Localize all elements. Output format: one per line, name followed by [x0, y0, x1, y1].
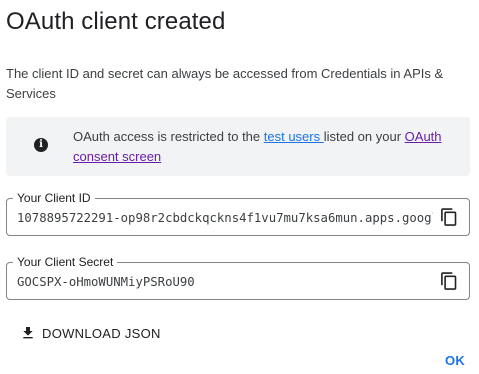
- client-id-label: Your Client ID: [13, 190, 95, 206]
- client-secret-label: Your Client Secret: [13, 254, 118, 270]
- client-secret-field[interactable]: Your Client Secret GOCSPX-oHmoWUNMiyPSRo…: [6, 254, 470, 300]
- info-text: OAuth access is restricted to the test u…: [73, 127, 465, 167]
- download-json-button[interactable]: DOWNLOAD JSON: [12, 318, 169, 348]
- test-users-link[interactable]: test users: [264, 129, 324, 144]
- download-json-label: DOWNLOAD JSON: [42, 325, 161, 341]
- copy-icon: [441, 208, 457, 226]
- client-secret-value[interactable]: GOCSPX-oHmoWUNMiyPSRoU90: [17, 274, 433, 290]
- download-icon: [23, 327, 33, 339]
- info-text-middle: listed on your: [323, 129, 405, 144]
- client-id-value[interactable]: 1078895722291-op98r2cbdckqckns4f1vu7mu7k…: [17, 210, 433, 226]
- info-banner: i OAuth access is restricted to the test…: [6, 117, 470, 176]
- dialog-title: OAuth client created: [6, 8, 226, 35]
- info-icon: i: [34, 138, 48, 152]
- copy-client-secret-button[interactable]: [437, 269, 461, 293]
- oauth-client-created-dialog: OAuth client created The client ID and s…: [0, 0, 479, 374]
- copy-icon: [441, 272, 457, 290]
- client-id-field[interactable]: Your Client ID 1078895722291-op98r2cbdck…: [6, 190, 470, 236]
- dialog-description: The client ID and secret can always be a…: [6, 66, 444, 101]
- info-text-before: OAuth access is restricted to the: [73, 129, 264, 144]
- ok-button[interactable]: OK: [438, 346, 472, 374]
- copy-client-id-button[interactable]: [437, 205, 461, 229]
